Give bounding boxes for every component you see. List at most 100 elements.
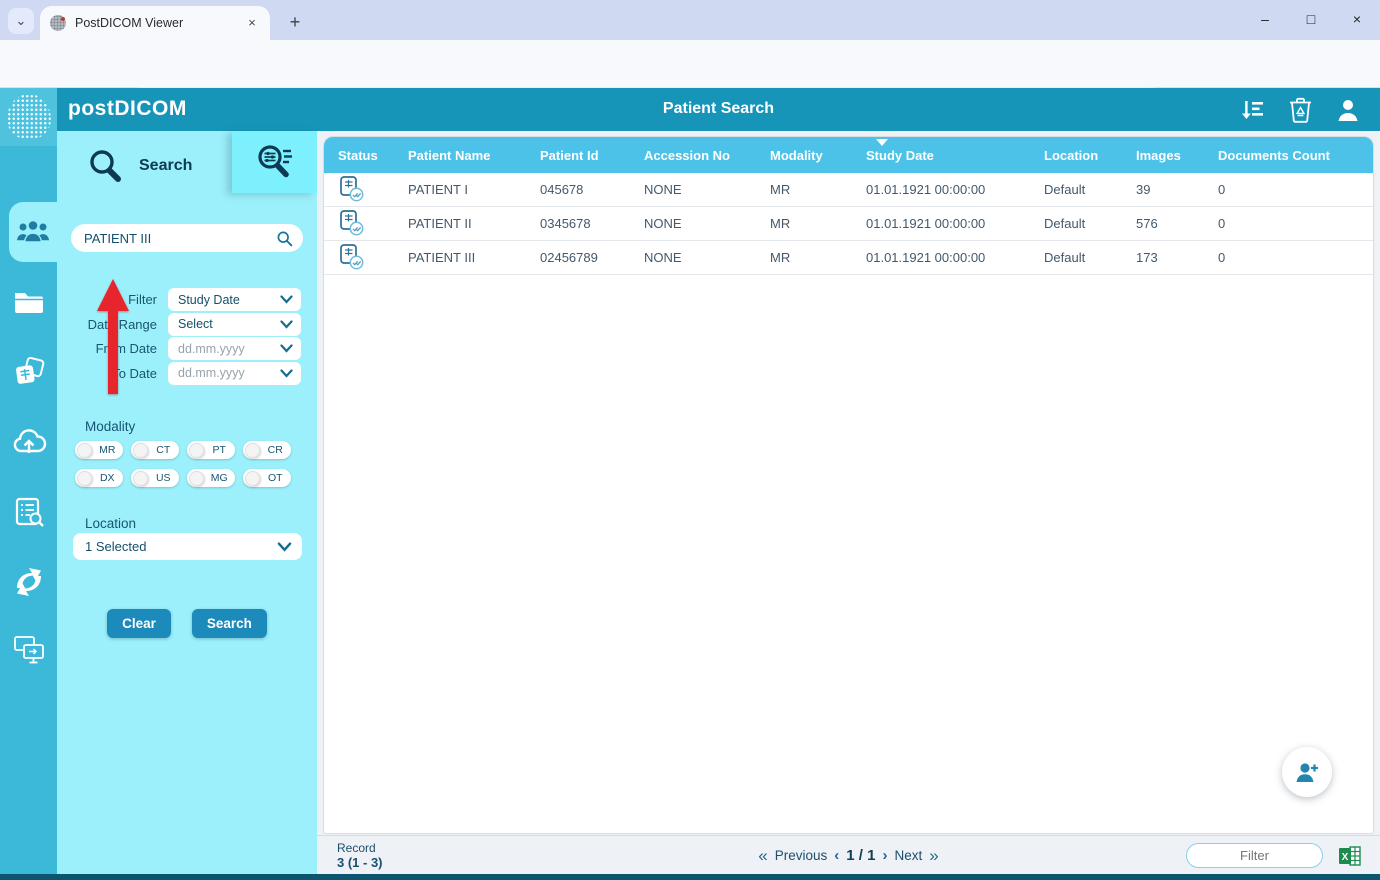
documents-count-cell: 0: [1218, 182, 1373, 197]
window-controls: – □ ×: [1242, 0, 1380, 40]
table-row[interactable]: PATIENT I 045678 NONE MR 01.01.1921 00:0…: [324, 173, 1373, 207]
column-header-patient-id[interactable]: Patient Id: [540, 148, 644, 163]
table-header-row: Status Patient Name Patient Id Accession…: [324, 137, 1373, 173]
prev-chevron-icon[interactable]: ‹: [834, 847, 839, 864]
filter-select[interactable]: Study Date: [168, 288, 301, 311]
sidebar-nav: [0, 88, 57, 874]
tab-search-button[interactable]: ⌄: [8, 8, 34, 34]
browser-tabstrip: ⌄ PostDICOM Viewer × + – □ ×: [0, 0, 1380, 40]
search-button[interactable]: Search: [192, 609, 267, 638]
modality-toggle-us[interactable]: US: [131, 469, 179, 487]
excel-icon: X: [1338, 844, 1362, 868]
table-row[interactable]: PATIENT II 0345678 NONE MR 01.01.1921 00…: [324, 207, 1373, 241]
status-cell: [338, 175, 408, 205]
minimize-button[interactable]: –: [1242, 0, 1288, 38]
sort-button[interactable]: [1238, 96, 1266, 124]
modality-toggle-dx[interactable]: DX: [75, 469, 123, 487]
modality-toggle-label: MR: [92, 444, 124, 456]
patient-name-cell: PATIENT III: [408, 250, 540, 265]
modality-toggle-pt[interactable]: PT: [187, 441, 235, 459]
first-page-icon[interactable]: «: [758, 846, 767, 866]
sidebar-item-transfer[interactable]: [0, 558, 57, 606]
export-excel-button[interactable]: X: [1338, 844, 1362, 868]
close-button[interactable]: ×: [1334, 0, 1380, 38]
location-select[interactable]: 1 Selected: [73, 533, 302, 560]
postdicom-favicon-icon: [50, 15, 66, 31]
modality-toggle-label: CR: [260, 444, 292, 456]
search-tab-icon: [85, 146, 127, 186]
clear-button[interactable]: Clear: [107, 609, 171, 638]
modality-label: Modality: [85, 419, 135, 434]
new-tab-button[interactable]: +: [282, 9, 308, 35]
trash-recycle-icon: [1289, 97, 1312, 123]
patient-name-cell: PATIENT II: [408, 216, 540, 231]
modality-toggle-ct[interactable]: CT: [131, 441, 179, 459]
search-icon[interactable]: [276, 230, 293, 247]
patient-name-cell: PATIENT I: [408, 182, 540, 197]
column-header-images[interactable]: Images: [1136, 148, 1218, 163]
recycle-bin-button[interactable]: [1286, 96, 1314, 124]
search-panel: Search Filter Study Date Date Range Sele…: [57, 131, 317, 874]
study-date-cell: 01.01.1921 00:00:00: [866, 182, 1044, 197]
modality-toggle-mg[interactable]: MG: [187, 469, 235, 487]
sidebar-item-patients[interactable]: [9, 202, 57, 262]
modality-toggle-label: CT: [148, 444, 180, 456]
toggle-knob: [245, 471, 260, 486]
column-header-study-date[interactable]: Study Date: [866, 148, 1044, 163]
sidebar-item-remote-share[interactable]: [0, 626, 57, 674]
folder-icon: [13, 289, 45, 315]
next-page-button[interactable]: Next: [894, 848, 922, 863]
column-header-modality[interactable]: Modality: [770, 148, 866, 163]
date-range-select[interactable]: Select: [168, 313, 301, 336]
modality-cell: MR: [770, 182, 866, 197]
modality-toggle-label: US: [148, 472, 180, 484]
table-filter-input[interactable]: [1186, 843, 1323, 868]
toggle-knob: [77, 471, 92, 486]
cloud-upload-icon: [11, 427, 47, 457]
toggle-knob: [245, 443, 260, 458]
patient-search-input[interactable]: [84, 231, 276, 246]
accession-no-cell: NONE: [644, 182, 770, 197]
column-header-location[interactable]: Location: [1044, 148, 1136, 163]
documents-count-cell: 0: [1218, 216, 1373, 231]
filter-select-value: Study Date: [178, 293, 280, 307]
chevron-down-icon: [280, 369, 293, 378]
last-page-icon[interactable]: »: [929, 846, 938, 866]
status-cell: [338, 243, 408, 273]
tab-basic-search[interactable]: Search: [57, 131, 232, 200]
date-range-select-value: Select: [178, 317, 280, 331]
modality-toggle-cr[interactable]: CR: [243, 441, 291, 459]
account-button[interactable]: [1334, 96, 1362, 124]
modality-toggle-label: OT: [260, 472, 292, 484]
accession-no-cell: NONE: [644, 216, 770, 231]
to-date-select[interactable]: dd.mm.yyyy: [168, 362, 301, 385]
column-header-accession-no[interactable]: Accession No: [644, 148, 770, 163]
sidebar-item-folders[interactable]: [0, 278, 57, 326]
sidebar-item-studies[interactable]: [0, 348, 57, 396]
tab-advanced-search[interactable]: [232, 131, 317, 193]
column-header-patient-name[interactable]: Patient Name: [408, 148, 540, 163]
sidebar-item-upload[interactable]: [0, 418, 57, 466]
modality-toggle-mr[interactable]: MR: [75, 441, 123, 459]
maximize-button[interactable]: □: [1288, 0, 1334, 38]
tab-close-icon[interactable]: ×: [244, 15, 260, 31]
table-row[interactable]: PATIENT III 02456789 NONE MR 01.01.1921 …: [324, 241, 1373, 275]
patient-id-cell: 02456789: [540, 250, 644, 265]
chevron-down-icon: [280, 320, 293, 329]
next-chevron-icon[interactable]: ›: [882, 847, 887, 864]
app-header: postDICOM Patient Search: [57, 88, 1380, 131]
modality-toggle-ot[interactable]: OT: [243, 469, 291, 487]
postdicom-dot-sphere-icon: [7, 94, 51, 140]
browser-toolbar: ← → ⟳ germany.postdicom.com/Viewer/Main …: [0, 40, 1380, 88]
patient-search-field[interactable]: [71, 224, 303, 252]
from-date-select[interactable]: dd.mm.yyyy: [168, 337, 301, 360]
browser-tab[interactable]: PostDICOM Viewer ×: [40, 6, 270, 40]
column-header-documents-count[interactable]: Documents Count: [1218, 148, 1373, 163]
location-cell: Default: [1044, 250, 1136, 265]
previous-page-button[interactable]: Previous: [775, 848, 828, 863]
modality-cell: MR: [770, 216, 866, 231]
sidebar-item-worklist[interactable]: [0, 488, 57, 536]
page-indicator: 1 / 1: [846, 847, 875, 864]
column-header-status[interactable]: Status: [338, 148, 408, 163]
add-patient-fab[interactable]: [1282, 747, 1332, 797]
